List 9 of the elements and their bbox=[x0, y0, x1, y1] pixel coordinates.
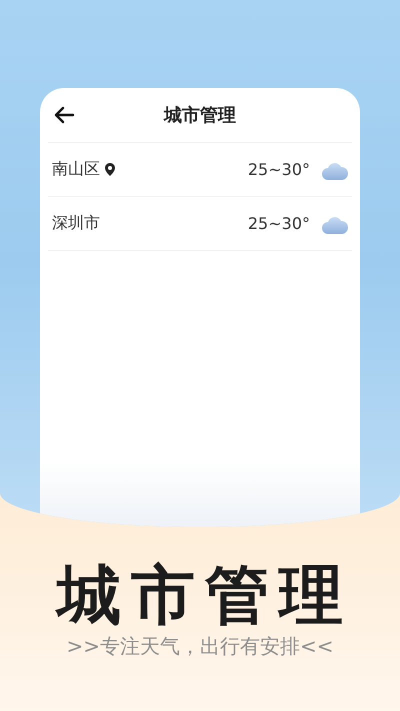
temperature-range: 25~30° bbox=[248, 160, 310, 179]
city-row[interactable]: 南山区 25~30° bbox=[48, 143, 352, 197]
banner-headline: 城市管理 bbox=[57, 561, 353, 632]
city-name: 南山区 bbox=[52, 159, 100, 180]
banner-tagline: >>专注天气，出行有安排<< bbox=[66, 633, 334, 660]
city-row[interactable]: 深圳市 25~30° bbox=[48, 197, 352, 251]
screen-title: 城市管理 bbox=[164, 104, 236, 127]
temperature-range: 25~30° bbox=[248, 214, 310, 233]
city-name: 深圳市 bbox=[52, 213, 100, 234]
